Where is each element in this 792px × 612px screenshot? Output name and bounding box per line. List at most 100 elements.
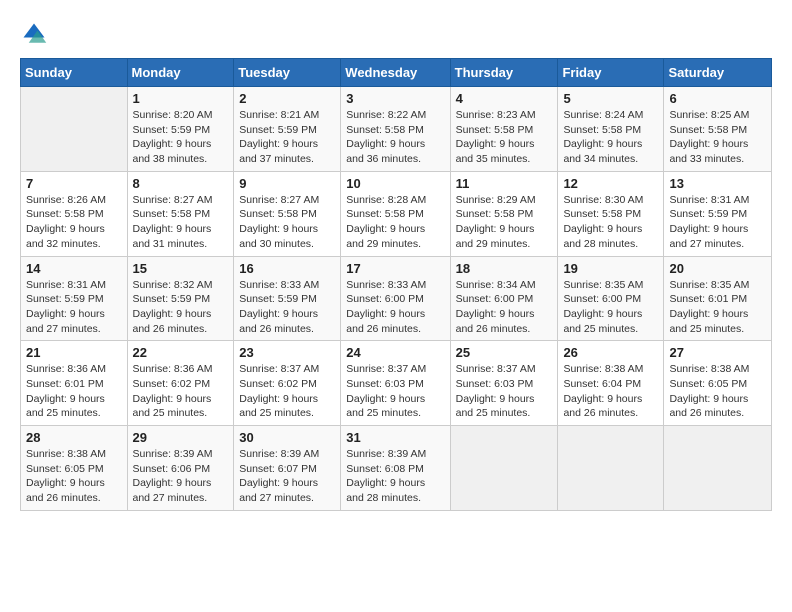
day-info: Sunrise: 8:39 AMSunset: 6:07 PMDaylight:… [239,447,335,506]
calendar-cell: 17 Sunrise: 8:33 AMSunset: 6:00 PMDayligh… [341,256,450,341]
calendar-cell: 22 Sunrise: 8:36 AMSunset: 6:02 PMDayligh… [127,341,234,426]
calendar-cell: 23Sunrise: 8:37 AMSunset: 6:02 PMDayligh… [234,341,341,426]
calendar-cell: 2 Sunrise: 8:21 AMSunset: 5:59 PMDaylight… [234,87,341,172]
calendar-cell: 12 Sunrise: 8:30 AMSunset: 5:58 PMDayligh… [558,171,664,256]
day-number: 29 [133,430,229,445]
weekday-header: Friday [558,59,664,87]
calendar-cell: 14Sunrise: 8:31 AMSunset: 5:59 PMDayligh… [21,256,128,341]
page-header [20,20,772,48]
day-info: Sunrise: 8:26 AMSunset: 5:58 PMDaylight:… [26,193,122,252]
day-number: 27 [669,345,766,360]
day-number: 18 [456,261,553,276]
calendar-table: SundayMondayTuesdayWednesdayThursdayFrid… [20,58,772,511]
day-number: 19 [563,261,658,276]
day-number: 16 [239,261,335,276]
day-info: Sunrise: 8:38 AMSunset: 6:05 PMDaylight:… [669,362,766,421]
calendar-week-row: 28 Sunrise: 8:38 AMSunset: 6:05 PMDayligh… [21,426,772,511]
calendar-cell: 21 Sunrise: 8:36 AMSunset: 6:01 PMDayligh… [21,341,128,426]
day-info: Sunrise: 8:24 AMSunset: 5:58 PMDaylight:… [563,108,658,167]
calendar-cell: 28 Sunrise: 8:38 AMSunset: 6:05 PMDayligh… [21,426,128,511]
logo [20,20,52,48]
calendar-week-row: 14Sunrise: 8:31 AMSunset: 5:59 PMDayligh… [21,256,772,341]
day-info: Sunrise: 8:29 AMSunset: 5:58 PMDaylight:… [456,193,553,252]
day-number: 4 [456,91,553,106]
day-info: Sunrise: 8:39 AMSunset: 6:06 PMDaylight:… [133,447,229,506]
day-info: Sunrise: 8:34 AMSunset: 6:00 PMDaylight:… [456,278,553,337]
day-info: Sunrise: 8:25 AMSunset: 5:58 PMDaylight:… [669,108,766,167]
day-info: Sunrise: 8:20 AMSunset: 5:59 PMDaylight:… [133,108,229,167]
day-number: 2 [239,91,335,106]
calendar-cell: 25 Sunrise: 8:37 AMSunset: 6:03 PMDayligh… [450,341,558,426]
calendar-cell [558,426,664,511]
calendar-week-row: 7 Sunrise: 8:26 AMSunset: 5:58 PMDaylight… [21,171,772,256]
calendar-cell: 27 Sunrise: 8:38 AMSunset: 6:05 PMDayligh… [664,341,772,426]
day-number: 20 [669,261,766,276]
calendar-cell: 1Sunrise: 8:20 AMSunset: 5:59 PMDaylight… [127,87,234,172]
calendar-cell: 30 Sunrise: 8:39 AMSunset: 6:07 PMDayligh… [234,426,341,511]
calendar-cell: 19 Sunrise: 8:35 AMSunset: 6:00 PMDayligh… [558,256,664,341]
day-info: Sunrise: 8:36 AMSunset: 6:02 PMDaylight:… [133,362,229,421]
calendar-cell: 3 Sunrise: 8:22 AMSunset: 5:58 PMDaylight… [341,87,450,172]
calendar-cell: 15Sunrise: 8:32 AMSunset: 5:59 PMDayligh… [127,256,234,341]
calendar-cell: 13Sunrise: 8:31 AMSunset: 5:59 PMDayligh… [664,171,772,256]
day-number: 10 [346,176,444,191]
day-number: 17 [346,261,444,276]
day-info: Sunrise: 8:35 AMSunset: 6:00 PMDaylight:… [563,278,658,337]
calendar-week-row: 21 Sunrise: 8:36 AMSunset: 6:01 PMDayligh… [21,341,772,426]
calendar-cell: 11 Sunrise: 8:29 AMSunset: 5:58 PMDayligh… [450,171,558,256]
calendar-cell: 9 Sunrise: 8:27 AMSunset: 5:58 PMDaylight… [234,171,341,256]
weekday-header: Tuesday [234,59,341,87]
day-info: Sunrise: 8:30 AMSunset: 5:58 PMDaylight:… [563,193,658,252]
day-number: 9 [239,176,335,191]
calendar-cell [450,426,558,511]
weekday-header: Thursday [450,59,558,87]
weekday-header: Monday [127,59,234,87]
day-number: 15 [133,261,229,276]
calendar-cell: 20 Sunrise: 8:35 AMSunset: 6:01 PMDayligh… [664,256,772,341]
day-number: 8 [133,176,229,191]
calendar-cell: 16 Sunrise: 8:33 AMSunset: 5:59 PMDayligh… [234,256,341,341]
day-number: 22 [133,345,229,360]
calendar-cell: 6 Sunrise: 8:25 AMSunset: 5:58 PMDaylight… [664,87,772,172]
calendar-cell: 26 Sunrise: 8:38 AMSunset: 6:04 PMDayligh… [558,341,664,426]
calendar-cell: 8 Sunrise: 8:27 AMSunset: 5:58 PMDaylight… [127,171,234,256]
calendar-cell: 29 Sunrise: 8:39 AMSunset: 6:06 PMDayligh… [127,426,234,511]
calendar-cell: 4 Sunrise: 8:23 AMSunset: 5:58 PMDaylight… [450,87,558,172]
day-info: Sunrise: 8:27 AMSunset: 5:58 PMDaylight:… [133,193,229,252]
day-info: Sunrise: 8:38 AMSunset: 6:05 PMDaylight:… [26,447,122,506]
day-number: 12 [563,176,658,191]
day-number: 3 [346,91,444,106]
calendar-header-row: SundayMondayTuesdayWednesdayThursdayFrid… [21,59,772,87]
logo-icon [20,20,48,48]
day-info: Sunrise: 8:27 AMSunset: 5:58 PMDaylight:… [239,193,335,252]
day-number: 7 [26,176,122,191]
day-info: Sunrise: 8:35 AMSunset: 6:01 PMDaylight:… [669,278,766,337]
day-info: Sunrise: 8:38 AMSunset: 6:04 PMDaylight:… [563,362,658,421]
day-info: Sunrise: 8:28 AMSunset: 5:58 PMDaylight:… [346,193,444,252]
day-info: Sunrise: 8:31 AMSunset: 5:59 PMDaylight:… [669,193,766,252]
day-info: Sunrise: 8:37 AMSunset: 6:03 PMDaylight:… [456,362,553,421]
calendar-cell: 5Sunrise: 8:24 AMSunset: 5:58 PMDaylight… [558,87,664,172]
day-info: Sunrise: 8:36 AMSunset: 6:01 PMDaylight:… [26,362,122,421]
calendar-cell [664,426,772,511]
day-info: Sunrise: 8:22 AMSunset: 5:58 PMDaylight:… [346,108,444,167]
day-info: Sunrise: 8:33 AMSunset: 5:59 PMDaylight:… [239,278,335,337]
day-info: Sunrise: 8:21 AMSunset: 5:59 PMDaylight:… [239,108,335,167]
day-number: 14 [26,261,122,276]
day-number: 25 [456,345,553,360]
calendar-cell [21,87,128,172]
day-number: 26 [563,345,658,360]
day-info: Sunrise: 8:23 AMSunset: 5:58 PMDaylight:… [456,108,553,167]
day-number: 28 [26,430,122,445]
day-number: 31 [346,430,444,445]
weekday-header: Saturday [664,59,772,87]
calendar-cell: 7 Sunrise: 8:26 AMSunset: 5:58 PMDaylight… [21,171,128,256]
day-number: 6 [669,91,766,106]
day-info: Sunrise: 8:39 AMSunset: 6:08 PMDaylight:… [346,447,444,506]
day-info: Sunrise: 8:33 AMSunset: 6:00 PMDaylight:… [346,278,444,337]
day-number: 11 [456,176,553,191]
day-number: 30 [239,430,335,445]
weekday-header: Wednesday [341,59,450,87]
calendar-cell: 10 Sunrise: 8:28 AMSunset: 5:58 PMDayligh… [341,171,450,256]
day-number: 21 [26,345,122,360]
